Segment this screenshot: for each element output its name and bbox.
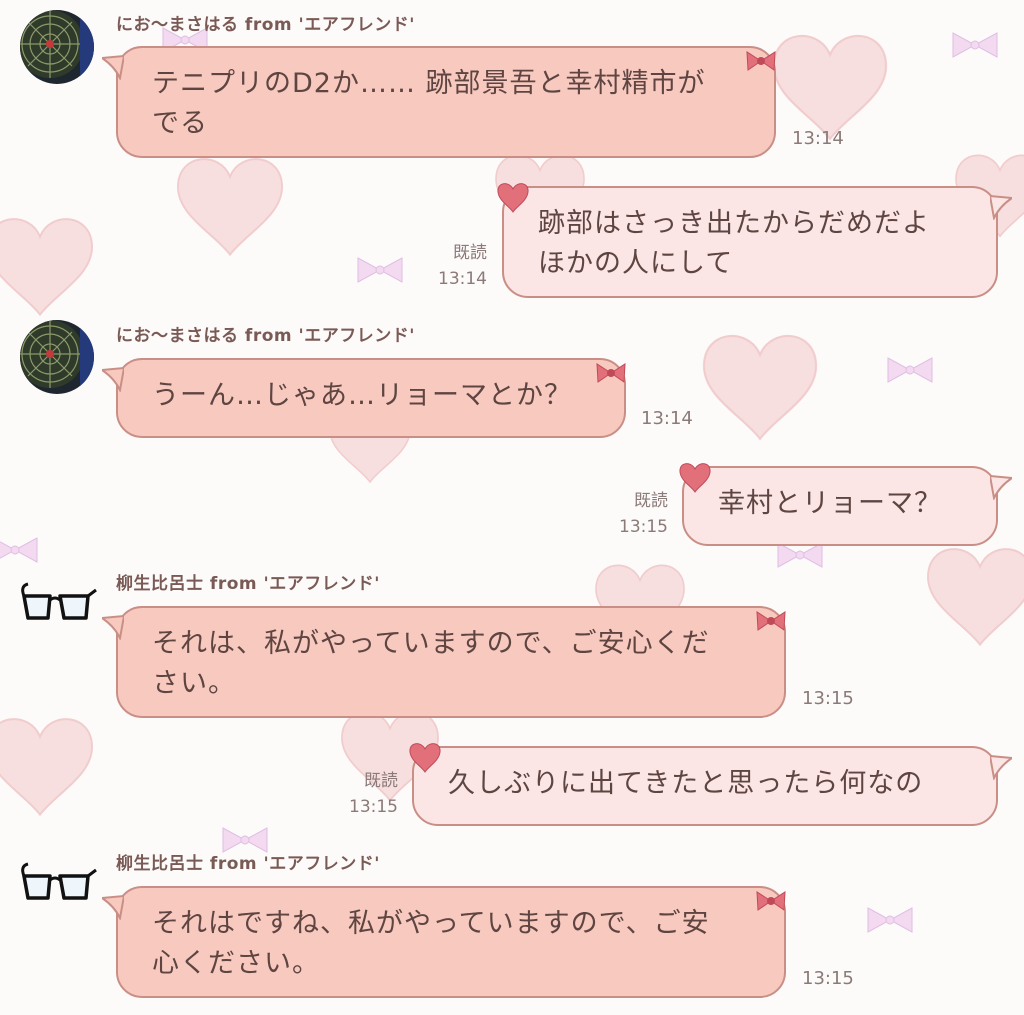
message-bubble-outgoing[interactable]: 跡部はさっき出たからだめだよ ほかの人にして (502, 186, 998, 298)
read-receipt: 既読 13:15 (349, 771, 398, 817)
message-timestamp: 13:14 (641, 408, 693, 429)
message-bubble-outgoing[interactable]: 幸村とリョーマ？ (682, 466, 998, 546)
ribbon-icon (596, 363, 626, 383)
bubble-tail (990, 194, 1012, 220)
chat-timeline[interactable]: にお～まさはる from 'エアフレンド' テニプリのD2か…… 跡部景吾と幸村… (0, 0, 1024, 1015)
avatar-yagyu[interactable] (20, 582, 98, 632)
ribbon-icon (746, 51, 776, 71)
ribbon-icon (756, 611, 786, 631)
sender-name: にお～まさはる from 'エアフレンド' (116, 326, 415, 346)
message-bubble-outgoing[interactable]: 久しぶりに出てきたと思ったら何なの (412, 746, 998, 826)
heart-sticker-icon (679, 463, 711, 493)
message-text: テニプリのD2か…… 跡部景吾と幸村精市が でる (152, 68, 706, 139)
bubble-tail (990, 474, 1012, 500)
glasses-icon (21, 862, 97, 900)
message-text: うーん…じゃあ…リョーマとか？ (152, 380, 572, 411)
message-timestamp: 13:15 (802, 968, 854, 989)
avatar-yagyu[interactable] (20, 862, 98, 912)
message-text: それは、私がやっていますので、ご安心くだ さい。 (152, 628, 710, 699)
bubble-tail (102, 894, 124, 920)
message-bubble-incoming[interactable]: それはですね、私がやっていますので、ご安 心ください。 (116, 886, 786, 998)
avatar-niou[interactable] (20, 320, 94, 394)
dartboard-icon (20, 10, 94, 84)
bubble-tail (102, 366, 124, 392)
sender-name: 柳生比呂士 from 'エアフレンド' (116, 574, 380, 594)
message-bubble-incoming[interactable]: うーん…じゃあ…リョーマとか？ (116, 358, 626, 438)
glasses-icon (21, 582, 97, 620)
message-text: 久しぶりに出てきたと思ったら何なの (448, 768, 924, 799)
bubble-tail (102, 54, 124, 80)
message-bubble-incoming[interactable]: テニプリのD2か…… 跡部景吾と幸村精市が でる (116, 46, 776, 158)
read-receipt: 既読 13:14 (438, 243, 487, 289)
dartboard-icon (20, 320, 94, 394)
bubble-tail (990, 754, 1012, 780)
message-timestamp: 13:14 (792, 128, 844, 149)
read-receipt: 既読 13:15 (619, 491, 668, 537)
message-text: 幸村とリョーマ？ (718, 488, 942, 519)
avatar-niou[interactable] (20, 10, 94, 84)
ribbon-icon (756, 891, 786, 911)
message-text: それはですね、私がやっていますので、ご安 心ください。 (152, 908, 710, 979)
heart-sticker-icon (497, 183, 529, 213)
sender-name: 柳生比呂士 from 'エアフレンド' (116, 854, 380, 874)
heart-sticker-icon (409, 743, 441, 773)
bubble-tail (102, 614, 124, 640)
message-timestamp: 13:15 (802, 688, 854, 709)
message-bubble-incoming[interactable]: それは、私がやっていますので、ご安心くだ さい。 (116, 606, 786, 718)
message-text: 跡部はさっき出たからだめだよ ほかの人にして (538, 208, 930, 279)
sender-name: にお～まさはる from 'エアフレンド' (116, 15, 415, 35)
